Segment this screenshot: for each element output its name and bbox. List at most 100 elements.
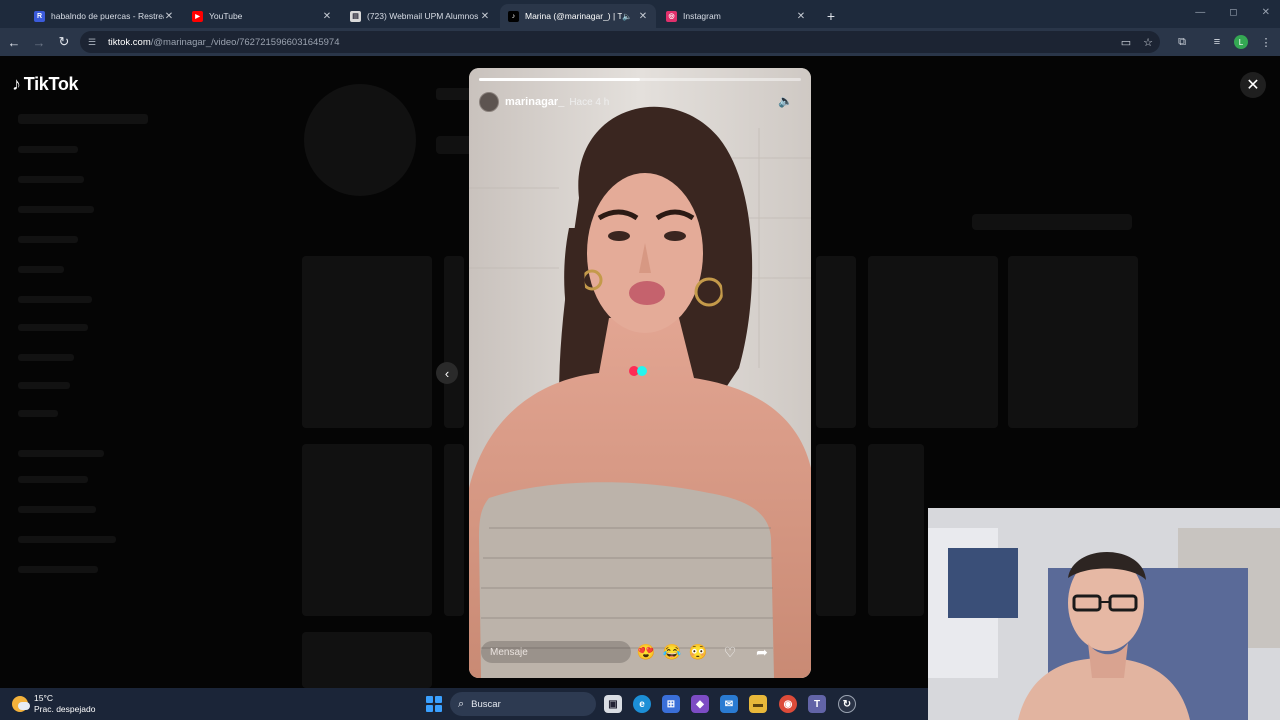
browser-toolbar: ← → ↻ ☰ tiktok.com/@marinagar_/video/762… xyxy=(0,28,1280,56)
visual-studio-icon[interactable]: ◆ xyxy=(691,695,709,713)
video-thumbnail xyxy=(1008,256,1138,428)
sidebar-item xyxy=(18,536,116,543)
video-thumbnail xyxy=(868,444,924,616)
sidebar-heading xyxy=(18,450,104,457)
reaction-laugh-button[interactable]: 😂 xyxy=(661,641,683,663)
sidebar-item xyxy=(18,354,74,361)
browser-tab-strip: R habalndo de puercas - Restream ✕ ▶ You… xyxy=(0,0,1280,28)
sidebar-item xyxy=(18,324,88,331)
instagram-icon: ◎ xyxy=(666,10,677,22)
sidebar-item xyxy=(18,506,96,513)
tab-label: YouTube xyxy=(209,11,243,21)
story-viewer[interactable]: marinagar_ Hace 4 h 🔈 😍 😂 😳 ♡ ➦ xyxy=(469,68,811,678)
site-info-icon[interactable]: ☰ xyxy=(88,37,100,47)
tab-close-icon[interactable]: ✕ xyxy=(322,11,332,22)
app-icon[interactable]: ↻ xyxy=(838,695,856,713)
story-username[interactable]: marinagar_ xyxy=(505,96,564,108)
search-label: Buscar xyxy=(471,698,501,710)
loader-dot-cyan xyxy=(637,366,647,376)
start-tile xyxy=(435,705,442,712)
task-view-icon[interactable]: ▣ xyxy=(604,695,622,713)
tab-youtube[interactable]: ▶ YouTube ✕ xyxy=(184,4,340,28)
url-host: tiktok.com xyxy=(108,36,151,48)
close-story-button[interactable]: ✕ xyxy=(1240,72,1266,98)
reaction-flushed-button[interactable]: 😳 xyxy=(687,641,709,663)
teams-icon[interactable]: T xyxy=(808,695,826,713)
speaker-icon[interactable]: 🔈 xyxy=(622,12,632,21)
edge-icon[interactable]: e xyxy=(633,695,651,713)
new-tab-button[interactable]: + xyxy=(822,7,840,25)
cast-icon[interactable]: ▭ xyxy=(1117,33,1135,51)
tab-tiktok[interactable]: ♪ Marina (@marinagar_) | TikTok 🔈 ✕ xyxy=(500,4,656,28)
video-thumbnail xyxy=(816,444,856,616)
video-thumbnail xyxy=(816,256,856,428)
address-bar[interactable]: ☰ tiktok.com/@marinagar_/video/762721596… xyxy=(80,31,1160,53)
tab-close-icon[interactable]: ✕ xyxy=(164,11,174,22)
tab-label: Instagram xyxy=(683,11,721,21)
extensions-icon[interactable]: ⧉ xyxy=(1173,33,1191,51)
sidebar-item xyxy=(18,296,92,303)
sort-tabs-ghost xyxy=(972,214,1132,230)
tab-instagram[interactable]: ◎ Instagram ✕ xyxy=(658,4,814,28)
tab-close-icon[interactable]: ✕ xyxy=(638,11,648,22)
video-thumbnail xyxy=(444,444,464,616)
mail-icon[interactable]: ✉ xyxy=(720,695,738,713)
reload-button[interactable]: ↻ xyxy=(53,31,75,53)
sidebar-item xyxy=(18,206,94,213)
weather-widget[interactable]: 15°C Prac. despejado xyxy=(12,693,95,715)
maximize-icon[interactable]: ◻ xyxy=(1229,7,1237,18)
story-header: marinagar_ Hace 4 h xyxy=(479,92,609,112)
message-input[interactable] xyxy=(481,641,631,663)
tiktok-logo[interactable]: ♪ TikTok xyxy=(12,74,79,95)
store-icon[interactable]: ⊞ xyxy=(662,695,680,713)
tab-close-icon[interactable]: ✕ xyxy=(796,11,806,22)
taskbar-search[interactable]: ⌕ Buscar xyxy=(450,692,596,716)
share-icon[interactable]: ➦ xyxy=(751,641,773,663)
tab-close-icon[interactable]: ✕ xyxy=(480,11,490,22)
video-thumbnail xyxy=(868,256,998,428)
webcam-feed xyxy=(928,508,1280,720)
search-bar-ghost xyxy=(18,114,148,124)
previous-story-button[interactable]: ‹ xyxy=(436,362,458,384)
youtube-icon: ▶ xyxy=(192,10,203,22)
sidebar-item xyxy=(18,566,98,573)
forward-button[interactable]: → xyxy=(28,31,50,53)
sidebar-item xyxy=(18,236,78,243)
start-button[interactable] xyxy=(426,696,442,712)
webcam-overlay xyxy=(928,508,1280,720)
profile-avatar-ghost xyxy=(304,84,416,196)
story-progress-fill xyxy=(479,78,640,81)
video-thumbnail xyxy=(302,256,432,428)
media-controls-icon[interactable]: ≡ xyxy=(1208,33,1226,51)
tab-restream[interactable]: R habalndo de puercas - Restream ✕ xyxy=(26,4,182,28)
partly-cloudy-icon xyxy=(12,696,30,712)
tab-webmail[interactable]: ▤ (723) Webmail UPM Alumnos ✕ xyxy=(342,4,498,28)
sidebar-item xyxy=(18,382,70,389)
weather-temperature: 15°C xyxy=(34,693,53,703)
story-user-avatar[interactable] xyxy=(479,92,499,112)
taskbar: 15°C Prac. despejado ⌕ Buscar ▣ e ⊞ ◆ ✉ … xyxy=(0,688,928,720)
minimize-icon[interactable]: — xyxy=(1195,7,1205,18)
file-explorer-icon[interactable]: ▬ xyxy=(749,695,767,713)
close-window-icon[interactable]: ✕ xyxy=(1262,7,1270,18)
weather-condition: Prac. despejado xyxy=(34,704,96,714)
tab-label: (723) Webmail UPM Alumnos xyxy=(367,11,479,21)
menu-kebab-icon[interactable]: ⋮ xyxy=(1257,33,1275,51)
profile-avatar[interactable]: L xyxy=(1234,35,1248,49)
reaction-heart-eyes-button[interactable]: 😍 xyxy=(635,641,657,663)
window-controls: — ◻ ✕ xyxy=(1195,7,1270,18)
video-thumbnail xyxy=(302,444,432,616)
start-tile xyxy=(426,705,433,712)
url-path: /@marinagar_/video/7627215966031645974 xyxy=(150,36,340,48)
tiktok-icon: ♪ xyxy=(508,10,519,22)
back-button[interactable]: ← xyxy=(3,31,25,53)
volume-icon[interactable]: 🔈 xyxy=(778,94,793,108)
weather-text: 15°C Prac. despejado xyxy=(34,693,95,715)
tab-label: Marina (@marinagar_) | TikTok xyxy=(525,11,623,21)
bookmark-star-icon[interactable]: ☆ xyxy=(1139,33,1157,51)
tiktok-note-icon: ♪ xyxy=(12,74,21,94)
sidebar-item xyxy=(18,176,84,183)
chrome-icon[interactable]: ◉ xyxy=(779,695,797,713)
start-tile xyxy=(426,696,433,703)
like-heart-icon[interactable]: ♡ xyxy=(719,641,741,663)
